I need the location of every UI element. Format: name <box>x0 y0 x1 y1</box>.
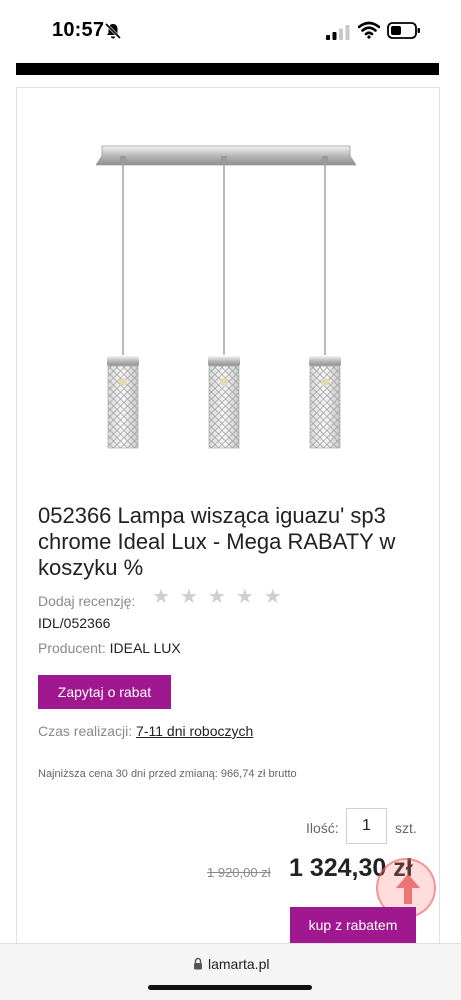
producer-row: Producent: IDEAL LUX <box>38 640 181 656</box>
star-icon[interactable]: ★ <box>208 587 226 607</box>
star-icon[interactable]: ★ <box>152 587 170 607</box>
cellular-signal-icon <box>326 25 350 40</box>
product-sku: IDL/052366 <box>38 615 111 631</box>
battery-icon <box>387 22 420 39</box>
clock: 10:57 <box>52 19 105 41</box>
product-image[interactable] <box>96 140 356 460</box>
ask-discount-button[interactable]: Zapytaj o rabat <box>38 675 171 709</box>
quantity-unit: szt. <box>395 820 417 836</box>
review-label: Dodaj recenzję: <box>38 593 136 609</box>
producer-value: IDEAL LUX <box>109 640 181 656</box>
quantity-label: Ilość: <box>306 820 339 836</box>
star-icon[interactable]: ★ <box>264 587 282 607</box>
status-bar: 10:57 <box>0 0 461 60</box>
old-price: 1 920,00 zł <box>207 865 271 880</box>
delivery-row: Czas realizacji: 7-11 dni roboczych <box>38 723 253 739</box>
buy-with-discount-button[interactable]: kup z rabatem <box>290 907 416 943</box>
delivery-time-link[interactable]: 7-11 dni roboczych <box>136 723 253 739</box>
star-icon[interactable]: ★ <box>236 587 254 607</box>
lowest-price-note: Najniższa cena 30 dni przed zmianą: 966,… <box>38 768 297 780</box>
product-title: 052366 Lampa wisząca iguazu' sp3 chrome … <box>38 503 396 580</box>
wifi-icon <box>358 21 380 39</box>
delivery-label: Czas realizacji: <box>38 723 133 739</box>
arrow-up-icon <box>396 874 420 904</box>
home-indicator[interactable] <box>148 985 312 990</box>
url-text[interactable]: lamarta.pl <box>208 956 269 972</box>
bell-slash-icon <box>104 22 122 40</box>
producer-label: Producent: <box>38 640 106 656</box>
star-icon[interactable]: ★ <box>180 587 198 607</box>
header-bar <box>16 63 439 75</box>
rating-stars[interactable]: ★ ★ ★ ★ ★ <box>152 587 282 607</box>
lock-icon <box>194 957 202 970</box>
quantity-input[interactable] <box>346 808 387 844</box>
